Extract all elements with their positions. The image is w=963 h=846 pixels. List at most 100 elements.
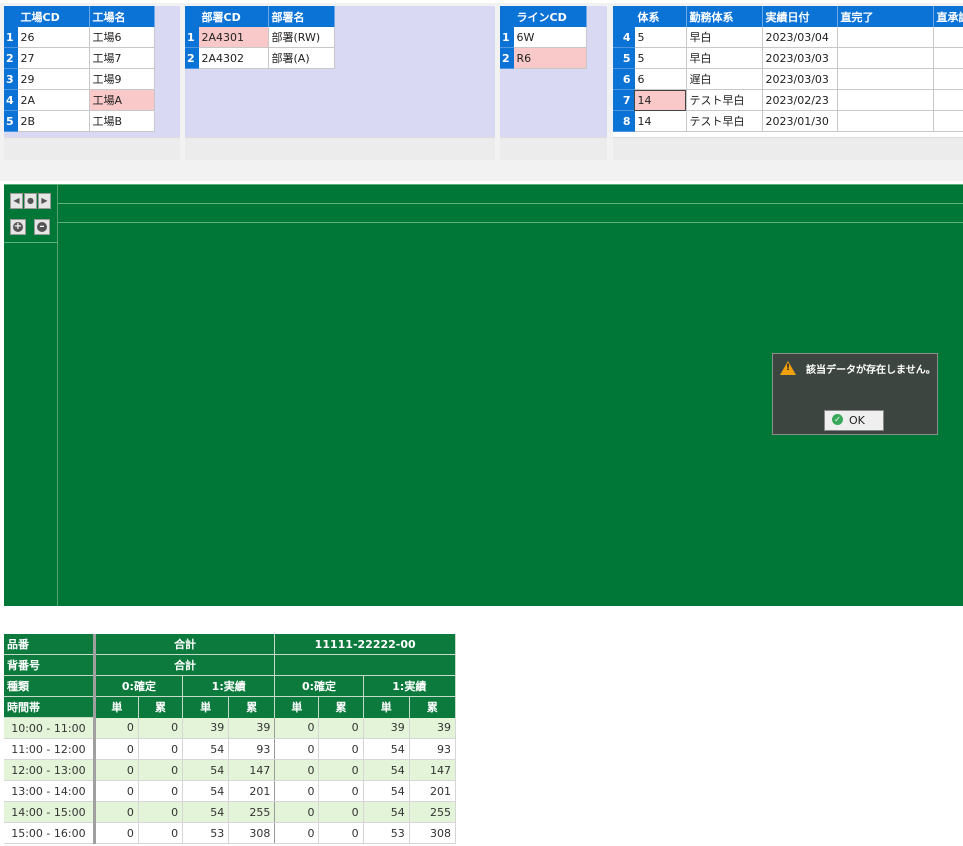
sub-header-cumulative: 累 <box>138 696 184 718</box>
row-number: 3 <box>4 68 18 90</box>
approve-cell[interactable] <box>933 68 963 90</box>
date-cell[interactable]: 2023/02/23 <box>762 89 838 111</box>
factory-cd-cell[interactable]: 2A <box>17 89 90 111</box>
ok-button[interactable]: ✓ OK <box>824 410 884 431</box>
table-row[interactable]: 8 14 テスト早白 2023/01/30 <box>613 110 963 132</box>
table-row[interactable]: 2 R6 <box>500 47 587 69</box>
table-row[interactable]: 1 2A4301 部署(RW) <box>185 27 335 48</box>
system-cell[interactable]: 5 <box>634 47 687 69</box>
dept-name-cell[interactable]: 部署(RW) <box>268 27 335 48</box>
value-cell: 0 <box>94 801 139 823</box>
system-cell[interactable]: 5 <box>634 27 687 48</box>
system-cell-selected[interactable]: 14 <box>634 89 687 111</box>
sub-header-unit: 単 <box>182 696 230 718</box>
arrow-left-icon[interactable]: ◀ <box>10 193 23 209</box>
date-cell[interactable]: 2023/03/03 <box>762 68 838 90</box>
column-header-date[interactable]: 実績日付 <box>762 6 838 27</box>
approve-cell[interactable] <box>933 27 963 48</box>
value-cell: 0 <box>274 738 320 760</box>
column-header-system[interactable]: 体系 <box>634 6 687 27</box>
value-cell: 255 <box>228 801 276 823</box>
approve-cell[interactable] <box>933 47 963 69</box>
column-header-approve[interactable]: 直承認 <box>933 6 963 27</box>
date-cell[interactable]: 2023/01/30 <box>762 110 838 132</box>
time-slot: 13:00 - 14:00 <box>4 780 96 802</box>
column-header-line-cd[interactable]: ラインCD <box>513 6 587 27</box>
table-row[interactable]: 6 6 遅白 2023/03/03 <box>613 68 963 90</box>
shift-cell[interactable]: テスト早白 <box>686 110 763 132</box>
sub-header-unit: 単 <box>274 696 320 718</box>
time-slot: 15:00 - 16:00 <box>4 822 96 844</box>
grid-corner <box>500 6 514 27</box>
column-header-dept-cd[interactable]: 部署CD <box>198 6 269 27</box>
minus-icon[interactable]: – <box>34 219 50 235</box>
system-cell[interactable]: 14 <box>634 110 687 132</box>
value-cell: 201 <box>409 780 457 802</box>
value-cell: 0 <box>318 801 364 823</box>
shift-cell[interactable]: 早白 <box>686 27 763 48</box>
value-cell: 0 <box>94 822 139 844</box>
system-cell[interactable]: 6 <box>634 68 687 90</box>
chart-left-panel <box>4 185 58 606</box>
table-row[interactable]: 5 5 早白 2023/03/03 <box>613 47 963 69</box>
chart-header-line <box>58 203 963 204</box>
column-header-shift[interactable]: 勤務体系 <box>686 6 763 27</box>
table-row[interactable]: 2 2A4302 部署(A) <box>185 47 335 69</box>
value-cell: 0 <box>318 717 364 739</box>
column-header-factory-name[interactable]: 工場名 <box>89 6 155 27</box>
time-slot: 14:00 - 15:00 <box>4 801 96 823</box>
value-cell: 54 <box>363 738 410 760</box>
table-row: 15:00 - 16:00 0 0 53 308 0 0 53 308 <box>4 822 457 844</box>
line-grid: ラインCD 1 6W 2 R6 <box>500 6 607 137</box>
factory-name-cell[interactable]: 工場6 <box>89 27 155 48</box>
shift-cell[interactable]: テスト早白 <box>686 89 763 111</box>
dept-cd-cell-selected[interactable]: 2A4301 <box>198 27 269 48</box>
dept-cd-cell[interactable]: 2A4302 <box>198 47 269 69</box>
table-row[interactable]: 5 2B 工場B <box>4 110 155 132</box>
table-row[interactable]: 3 29 工場9 <box>4 68 155 90</box>
table-row[interactable]: 2 27 工場7 <box>4 47 155 69</box>
table-row: 10:00 - 11:00 0 0 39 39 0 0 39 39 <box>4 717 457 739</box>
factory-cd-cell[interactable]: 2B <box>17 110 90 132</box>
value-cell: 308 <box>409 822 457 844</box>
approve-cell[interactable] <box>933 110 963 132</box>
factory-cd-cell[interactable]: 29 <box>17 68 90 90</box>
factory-name-cell[interactable]: 工場7 <box>89 47 155 69</box>
factory-cd-cell[interactable]: 26 <box>17 27 90 48</box>
value-cell: 0 <box>318 738 364 760</box>
table-row[interactable]: 1 6W <box>500 27 587 48</box>
approve-cell[interactable] <box>933 89 963 111</box>
date-cell[interactable]: 2023/03/03 <box>762 47 838 69</box>
shift-cell[interactable]: 早白 <box>686 47 763 69</box>
done-cell[interactable] <box>837 27 934 48</box>
factory-name-cell-selected[interactable]: 工場A <box>89 89 155 111</box>
factory-name-cell[interactable]: 工場9 <box>89 68 155 90</box>
done-cell[interactable] <box>837 47 934 69</box>
dot-icon[interactable]: ● <box>24 193 37 209</box>
dept-name-cell[interactable]: 部署(A) <box>268 47 335 69</box>
column-header-factory-cd[interactable]: 工場CD <box>17 6 90 27</box>
factory-name-cell[interactable]: 工場B <box>89 110 155 132</box>
table-row[interactable]: 4 5 早白 2023/03/04 <box>613 27 963 48</box>
value-cell: 0 <box>274 759 320 781</box>
value-cell: 53 <box>363 822 410 844</box>
shift-cell[interactable]: 遅白 <box>686 68 763 90</box>
row-number: 2 <box>500 47 514 69</box>
column-header-done[interactable]: 直完了 <box>837 6 934 27</box>
factory-cd-cell[interactable]: 27 <box>17 47 90 69</box>
done-cell[interactable] <box>837 89 934 111</box>
line-cd-cell-selected[interactable]: R6 <box>513 47 587 69</box>
done-cell[interactable] <box>837 68 934 90</box>
value-cell: 0 <box>138 801 184 823</box>
table-row[interactable]: 7 14 テスト早白 2023/02/23 <box>613 89 963 111</box>
table-row[interactable]: 4 2A 工場A <box>4 89 155 111</box>
arrow-right-icon[interactable]: ▶ <box>38 193 51 209</box>
table-row[interactable]: 1 26 工場6 <box>4 27 155 48</box>
value-cell: 0 <box>94 717 139 739</box>
line-cd-cell[interactable]: 6W <box>513 27 587 48</box>
date-cell[interactable]: 2023/03/04 <box>762 27 838 48</box>
column-header-dept-name[interactable]: 部署名 <box>268 6 335 27</box>
value-cell: 0 <box>94 780 139 802</box>
plus-icon[interactable]: + <box>10 219 26 235</box>
done-cell[interactable] <box>837 110 934 132</box>
